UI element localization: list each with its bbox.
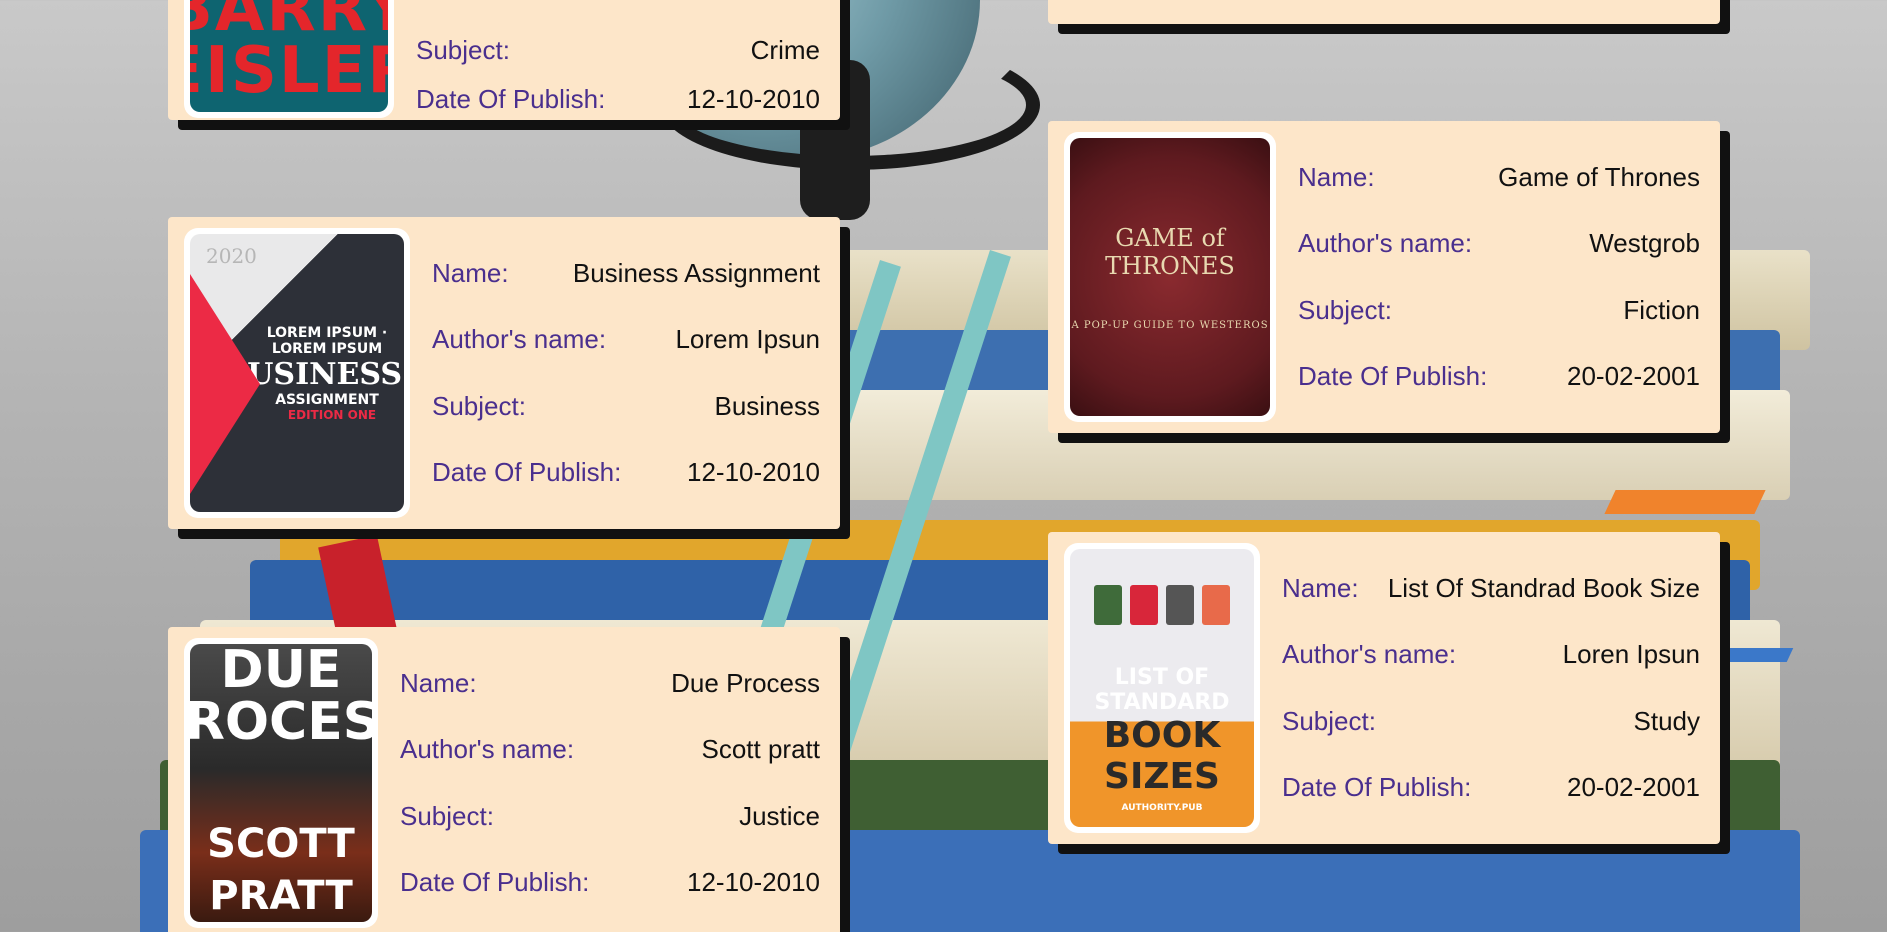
book-card[interactable]: GAME of THRONES A POP-UP GUIDE TO WESTER… bbox=[1048, 121, 1720, 433]
cover-red-triangle bbox=[190, 274, 260, 494]
field-author: Author's name: Scott pratt bbox=[400, 734, 820, 765]
field-author: Author's name: Westgrob bbox=[1298, 228, 1700, 259]
book-card[interactable]: BARRY EISLER Subject: Crime Date Of Publ… bbox=[168, 0, 840, 120]
book-cover: GAME of THRONES A POP-UP GUIDE TO WESTER… bbox=[1064, 132, 1276, 422]
cover-title-line: PROCESS bbox=[190, 692, 372, 752]
field-value: Lorem Ipsun bbox=[675, 324, 820, 355]
field-label: Subject: bbox=[1282, 705, 1376, 736]
field-label: Name: bbox=[1298, 162, 1375, 192]
cover-title-line: LIST OF STANDARD bbox=[1094, 665, 1230, 715]
field-subject: Subject: Study bbox=[1282, 706, 1700, 737]
book-cover-art: 2020 LOREM IPSUM · LOREM IPSUM BUSINESS … bbox=[190, 234, 404, 512]
book-card[interactable]: DUE PROCESS SCOTT PRATT Name: Due Proces… bbox=[168, 627, 840, 932]
field-author: Author's name: Loren Ipsun bbox=[1282, 639, 1700, 670]
cover-edition: EDITION ONE bbox=[287, 407, 377, 422]
bookmark-decoration bbox=[1604, 490, 1766, 514]
field-subject: Subject: Business bbox=[432, 391, 820, 422]
field-subject: Subject: Fiction bbox=[1298, 295, 1700, 326]
book-cover: DUE PROCESS SCOTT PRATT bbox=[184, 638, 378, 928]
field-value: List Of Standrad Book Size bbox=[1387, 573, 1700, 603]
field-value: 20-02-2001 bbox=[1567, 360, 1700, 391]
field-value: Study bbox=[1633, 705, 1701, 736]
field-name: Name: List Of Standrad Book Size bbox=[1282, 573, 1700, 604]
book-info: Name: Game of Thrones Author's name: Wes… bbox=[1298, 162, 1700, 392]
field-value: Due Process bbox=[671, 668, 820, 698]
field-value: Fiction bbox=[1623, 294, 1700, 325]
book-cover-art: LIST OF STANDARD BOOK SIZES AUTHORITY.PU… bbox=[1070, 549, 1254, 827]
book-info: Name: Due Process Author's name: Scott p… bbox=[400, 668, 820, 898]
field-label: Date Of Publish: bbox=[1298, 360, 1488, 391]
book-cover: 2020 LOREM IPSUM · LOREM IPSUM BUSINESS … bbox=[184, 228, 410, 518]
field-date: Date Of Publish: 12-10-2010 bbox=[432, 457, 820, 488]
cover-author: SCOTT PRATT bbox=[207, 821, 355, 919]
book-card[interactable]: LIST OF STANDARD BOOK SIZES AUTHORITY.PU… bbox=[1048, 532, 1720, 844]
field-author: Author's name: Lorem Ipsun bbox=[432, 324, 820, 355]
cover-title-line: BOOK SIZES bbox=[1103, 715, 1221, 797]
cover-illustration bbox=[1094, 585, 1230, 625]
field-label: Subject: bbox=[1298, 294, 1392, 325]
field-value: Game of Thrones bbox=[1498, 162, 1700, 192]
book-card[interactable] bbox=[1048, 0, 1720, 24]
field-label: Name: bbox=[1282, 573, 1359, 603]
field-value: 12-10-2010 bbox=[687, 456, 820, 487]
field-name: Name: Due Process bbox=[400, 668, 820, 699]
field-date: Date Of Publish: 12-10-2010 bbox=[400, 867, 820, 898]
field-subject: Subject: Justice bbox=[400, 801, 820, 832]
bookmark-decoration bbox=[1716, 648, 1794, 662]
field-value: Business bbox=[714, 390, 821, 421]
cover-subtitle: A POP-UP GUIDE TO WESTEROS bbox=[1071, 319, 1269, 331]
field-label: Author's name: bbox=[1298, 228, 1473, 259]
field-name: Name: Game of Thrones bbox=[1298, 162, 1700, 193]
field-label: Date Of Publish: bbox=[1282, 771, 1472, 802]
cover-year: 2020 bbox=[206, 244, 257, 268]
field-label: Name: bbox=[432, 258, 509, 288]
cover-title-line: DUE bbox=[220, 644, 342, 700]
book-cover-art: DUE PROCESS SCOTT PRATT bbox=[190, 644, 372, 922]
field-value: 12-10-2010 bbox=[687, 866, 820, 897]
field-date: Date Of Publish: 12-10-2010 bbox=[416, 84, 820, 115]
cover-subtitle: LOREM IPSUM · LOREM IPSUM bbox=[266, 324, 388, 357]
field-date: Date Of Publish: 20-02-2001 bbox=[1298, 361, 1700, 392]
field-label: Subject: bbox=[400, 800, 494, 831]
book-cover: BARRY EISLER bbox=[184, 0, 394, 118]
field-label: Author's name: bbox=[1282, 639, 1457, 670]
book-info: Name: List Of Standrad Book Size Author'… bbox=[1282, 573, 1700, 803]
field-label: Date Of Publish: bbox=[400, 866, 590, 897]
field-label: Subject: bbox=[432, 390, 526, 421]
field-label: Name: bbox=[400, 668, 477, 698]
cover-publisher: AUTHORITY.PUB bbox=[1121, 803, 1203, 813]
cover-title-line: EISLER bbox=[190, 34, 388, 108]
book-info: Subject: Crime Date Of Publish: 12-10-20… bbox=[416, 35, 820, 115]
cover-subtitle: ASSIGNMENT bbox=[275, 391, 379, 408]
book-info: Name: Business Assignment Author's name:… bbox=[432, 258, 820, 488]
field-value: Crime bbox=[750, 35, 820, 65]
field-label: Author's name: bbox=[400, 734, 575, 765]
field-value: Justice bbox=[739, 800, 820, 831]
book-cover: LIST OF STANDARD BOOK SIZES AUTHORITY.PU… bbox=[1064, 543, 1260, 833]
field-value: Loren Ipsun bbox=[1562, 639, 1700, 670]
field-date: Date Of Publish: 20-02-2001 bbox=[1282, 772, 1700, 803]
field-value: Business Assignment bbox=[572, 258, 820, 288]
field-value: Scott pratt bbox=[701, 734, 821, 765]
book-cover-art: BARRY EISLER bbox=[190, 0, 388, 112]
field-value: 12-10-2010 bbox=[687, 84, 820, 114]
field-label: Date Of Publish: bbox=[416, 84, 606, 114]
book-cover-art: GAME of THRONES A POP-UP GUIDE TO WESTER… bbox=[1070, 138, 1270, 416]
field-subject: Subject: Crime bbox=[416, 35, 820, 66]
field-label: Author's name: bbox=[432, 324, 607, 355]
cover-title: GAME of THRONES bbox=[1105, 223, 1235, 280]
field-name: Name: Business Assignment bbox=[432, 258, 820, 289]
field-label: Date Of Publish: bbox=[432, 456, 622, 487]
field-value: 20-02-2001 bbox=[1567, 771, 1700, 802]
field-label: Subject: bbox=[416, 35, 510, 65]
book-card[interactable]: 2020 LOREM IPSUM · LOREM IPSUM BUSINESS … bbox=[168, 217, 840, 529]
field-value: Westgrob bbox=[1589, 228, 1700, 259]
